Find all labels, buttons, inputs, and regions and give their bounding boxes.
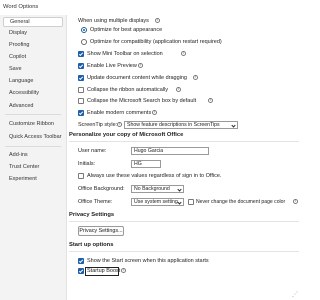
live-preview-checkbox[interactable] — [78, 63, 84, 69]
sidebar-item-language[interactable]: Language — [3, 76, 63, 86]
update-dragging-label[interactable]: Update document content while dragging — [87, 75, 187, 81]
initials-label: Initials: — [78, 161, 96, 167]
sidebar-divider — [5, 114, 61, 115]
show-start-screen-label[interactable]: Show the Start screen when this applicat… — [87, 258, 209, 264]
info-icon[interactable]: i — [155, 18, 160, 23]
screentip-style-label: ScreenTip style: — [78, 122, 118, 128]
sidebar-item-display[interactable]: Display — [3, 28, 63, 38]
modern-comments-checkbox[interactable] — [78, 110, 84, 116]
office-background-select[interactable]: No Background — [131, 185, 184, 193]
modern-comments-label[interactable]: Enable modern comments — [87, 110, 151, 116]
window-title: Word Options — [3, 4, 39, 10]
info-icon[interactable]: i — [138, 63, 143, 68]
collapse-search-checkbox[interactable] — [78, 98, 84, 104]
optimize-appearance-label[interactable]: Optimize for best appearance — [90, 27, 162, 33]
sidebar-item-customize-ribbon[interactable]: Customize Ribbon — [3, 119, 63, 129]
multi-display-label: When using multiple displays — [78, 18, 149, 24]
sidebar-item-proofing[interactable]: Proofing — [3, 40, 63, 50]
chevron-down-icon — [177, 187, 182, 192]
info-icon[interactable]: i — [152, 110, 157, 115]
info-icon[interactable]: i — [181, 51, 186, 56]
collapse-search-label[interactable]: Collapse the Microsoft Search box by def… — [87, 98, 196, 104]
office-background-value: No Background — [134, 186, 170, 192]
sidebar-item-quick-access-toolbar[interactable]: Quick Access Toolbar — [3, 132, 63, 142]
office-theme-select[interactable]: Use system setting — [131, 198, 184, 206]
info-icon[interactable]: i — [117, 122, 122, 127]
optimize-compatibility-radio[interactable] — [81, 39, 87, 45]
office-theme-label: Office Theme: — [78, 199, 113, 205]
privacy-section-header: Privacy Settings — [69, 212, 299, 222]
title-bar: Word Options — [0, 0, 300, 14]
startup-boost-checkbox[interactable] — [78, 268, 84, 274]
info-icon[interactable]: i — [193, 75, 198, 80]
screentip-style-select[interactable]: Show feature descriptions in ScreenTips — [124, 121, 238, 129]
sidebar-divider — [5, 146, 61, 147]
sidebar-item-accessibility[interactable]: Accessibility — [3, 88, 63, 98]
sidebar-item-trust-center[interactable]: Trust Center — [3, 162, 63, 172]
general-options-panel: When using multiple displays i Optimize … — [68, 15, 300, 300]
initials-field[interactable]: HG — [131, 160, 161, 168]
info-icon[interactable]: i — [208, 98, 213, 103]
never-change-page-color-label[interactable]: Never change the document page color — [196, 199, 285, 205]
sidebar: General Display Proofing Copilot Save La… — [0, 15, 67, 300]
chevron-down-icon — [177, 200, 182, 205]
info-icon[interactable]: i — [293, 199, 298, 204]
sidebar-item-copilot[interactable]: Copilot — [3, 52, 63, 62]
info-icon[interactable]: i — [176, 87, 181, 92]
show-start-screen-checkbox[interactable] — [78, 258, 84, 264]
startup-boost-label[interactable]: Startup Boost — [87, 268, 120, 274]
collapse-ribbon-checkbox[interactable] — [78, 87, 84, 93]
username-label: User name: — [78, 148, 107, 154]
resize-grip-icon[interactable]: ⋰ — [292, 292, 298, 298]
startup-section-header: Start up options — [69, 242, 299, 252]
sidebar-item-experiment[interactable]: Experiment — [3, 174, 63, 184]
optimize-compatibility-label[interactable]: Optimize for compatibility (application … — [90, 39, 222, 45]
live-preview-label[interactable]: Enable Live Preview — [87, 63, 137, 69]
collapse-ribbon-label[interactable]: Collapse the ribbon automatically — [87, 87, 168, 93]
screentip-style-value: Show feature descriptions in ScreenTips — [127, 122, 220, 128]
never-change-page-color-checkbox[interactable] — [188, 199, 194, 205]
sidebar-item-general[interactable]: General — [3, 17, 63, 27]
mini-toolbar-checkbox[interactable] — [78, 51, 84, 57]
chevron-down-icon — [231, 123, 236, 128]
office-background-label: Office Background: — [78, 186, 125, 192]
sidebar-item-add-ins[interactable]: Add-ins — [3, 150, 63, 160]
optimize-appearance-radio[interactable] — [81, 27, 87, 33]
sidebar-item-save[interactable]: Save — [3, 64, 63, 74]
username-field[interactable]: Hugo Garcia — [131, 147, 209, 155]
always-use-values-label[interactable]: Always use these values regardless of si… — [87, 173, 221, 179]
update-dragging-checkbox[interactable] — [78, 75, 84, 81]
privacy-settings-button[interactable]: Privacy Settings... — [78, 226, 124, 236]
info-icon[interactable]: i — [121, 268, 126, 273]
office-theme-value: Use system setting — [134, 199, 178, 205]
always-use-values-checkbox[interactable] — [78, 173, 84, 179]
sidebar-item-advanced[interactable]: Advanced — [3, 101, 63, 111]
mini-toolbar-label[interactable]: Show Mini Toolbar on selection — [87, 51, 163, 57]
personalize-section-header: Personalize your copy of Microsoft Offic… — [69, 132, 299, 142]
